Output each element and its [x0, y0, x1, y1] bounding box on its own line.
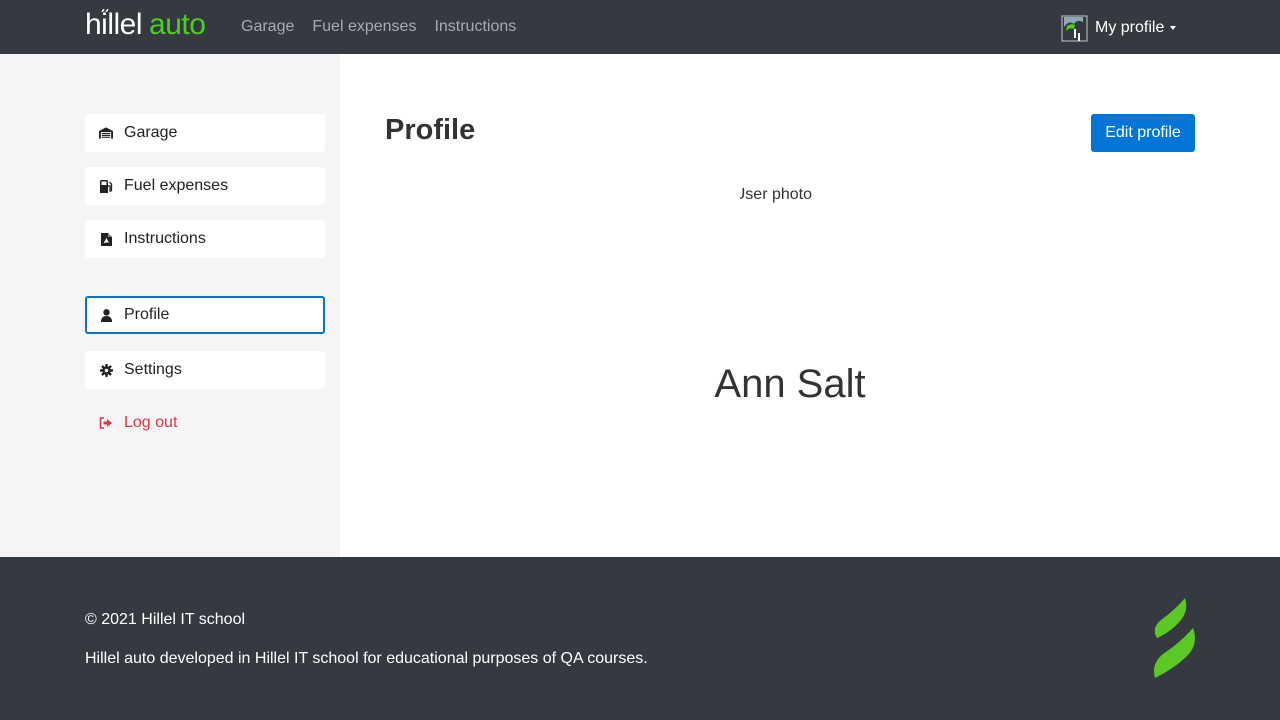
user-full-name: Ann Salt: [714, 362, 866, 406]
my-profile-dropdown[interactable]: My profile: [1061, 14, 1177, 42]
nav-link-instructions[interactable]: Instructions: [434, 18, 516, 36]
nav-link-fuel-expenses[interactable]: Fuel expenses: [312, 18, 416, 36]
hillel-leaf-logo-icon: [1154, 598, 1195, 678]
garage-icon: [99, 126, 113, 140]
logo-hillel-text: hillel: [85, 8, 143, 41]
sidebar-item-label: Profile: [124, 306, 170, 323]
sidebar: Garage Fuel expenses Instructions Profil…: [0, 54, 340, 557]
edit-profile-button[interactable]: Edit profile: [1091, 114, 1195, 152]
my-profile-label: My profile: [1095, 19, 1165, 36]
sidebar-item-label: Log out: [124, 414, 178, 431]
sidebar-item-label: Garage: [124, 124, 178, 141]
sidebar-item-label: Fuel expenses: [124, 177, 229, 194]
document-icon: [99, 232, 113, 246]
sidebar-item-fuel-expenses[interactable]: Fuel expenses: [85, 167, 325, 205]
user-photo-alt-text: User photo: [740, 186, 812, 203]
footer: © 2021 Hillel IT school Hillel auto deve…: [0, 557, 1280, 720]
sidebar-item-profile[interactable]: Profile: [85, 296, 325, 334]
nav-link-garage[interactable]: Garage: [241, 18, 294, 36]
logo-accent-icon: [101, 9, 109, 12]
profile-content: Profile Edit profile User photo Ann Salt: [340, 54, 1280, 557]
sidebar-item-label: Instructions: [124, 230, 206, 247]
sidebar-item-logout[interactable]: Log out: [85, 404, 325, 442]
user-photo: User photo: [740, 186, 830, 206]
logo-auto-text: auto: [149, 8, 206, 41]
user-icon: [99, 308, 113, 322]
top-navbar: hillel auto Garage Fuel expenses Instruc…: [0, 0, 1280, 54]
hillel-auto-logo[interactable]: hillel auto: [85, 8, 206, 44]
sidebar-item-settings[interactable]: Settings: [85, 351, 325, 389]
footer-copyright: © 2021 Hillel IT school: [85, 611, 246, 628]
sidebar-item-garage[interactable]: Garage: [85, 114, 325, 152]
footer-description: Hillel auto developed in Hillel IT schoo…: [85, 650, 648, 667]
caret-down-icon: [1170, 26, 1177, 30]
logout-icon: [99, 416, 113, 430]
main-nav: Garage Fuel expenses Instructions: [241, 18, 516, 36]
broken-avatar-image-icon: [1061, 15, 1088, 41]
sidebar-item-instructions[interactable]: Instructions: [85, 220, 325, 258]
page-title: Profile: [385, 114, 476, 146]
sidebar-item-label: Settings: [124, 361, 182, 378]
gear-icon: [99, 363, 113, 377]
fuel-icon: [99, 179, 113, 193]
